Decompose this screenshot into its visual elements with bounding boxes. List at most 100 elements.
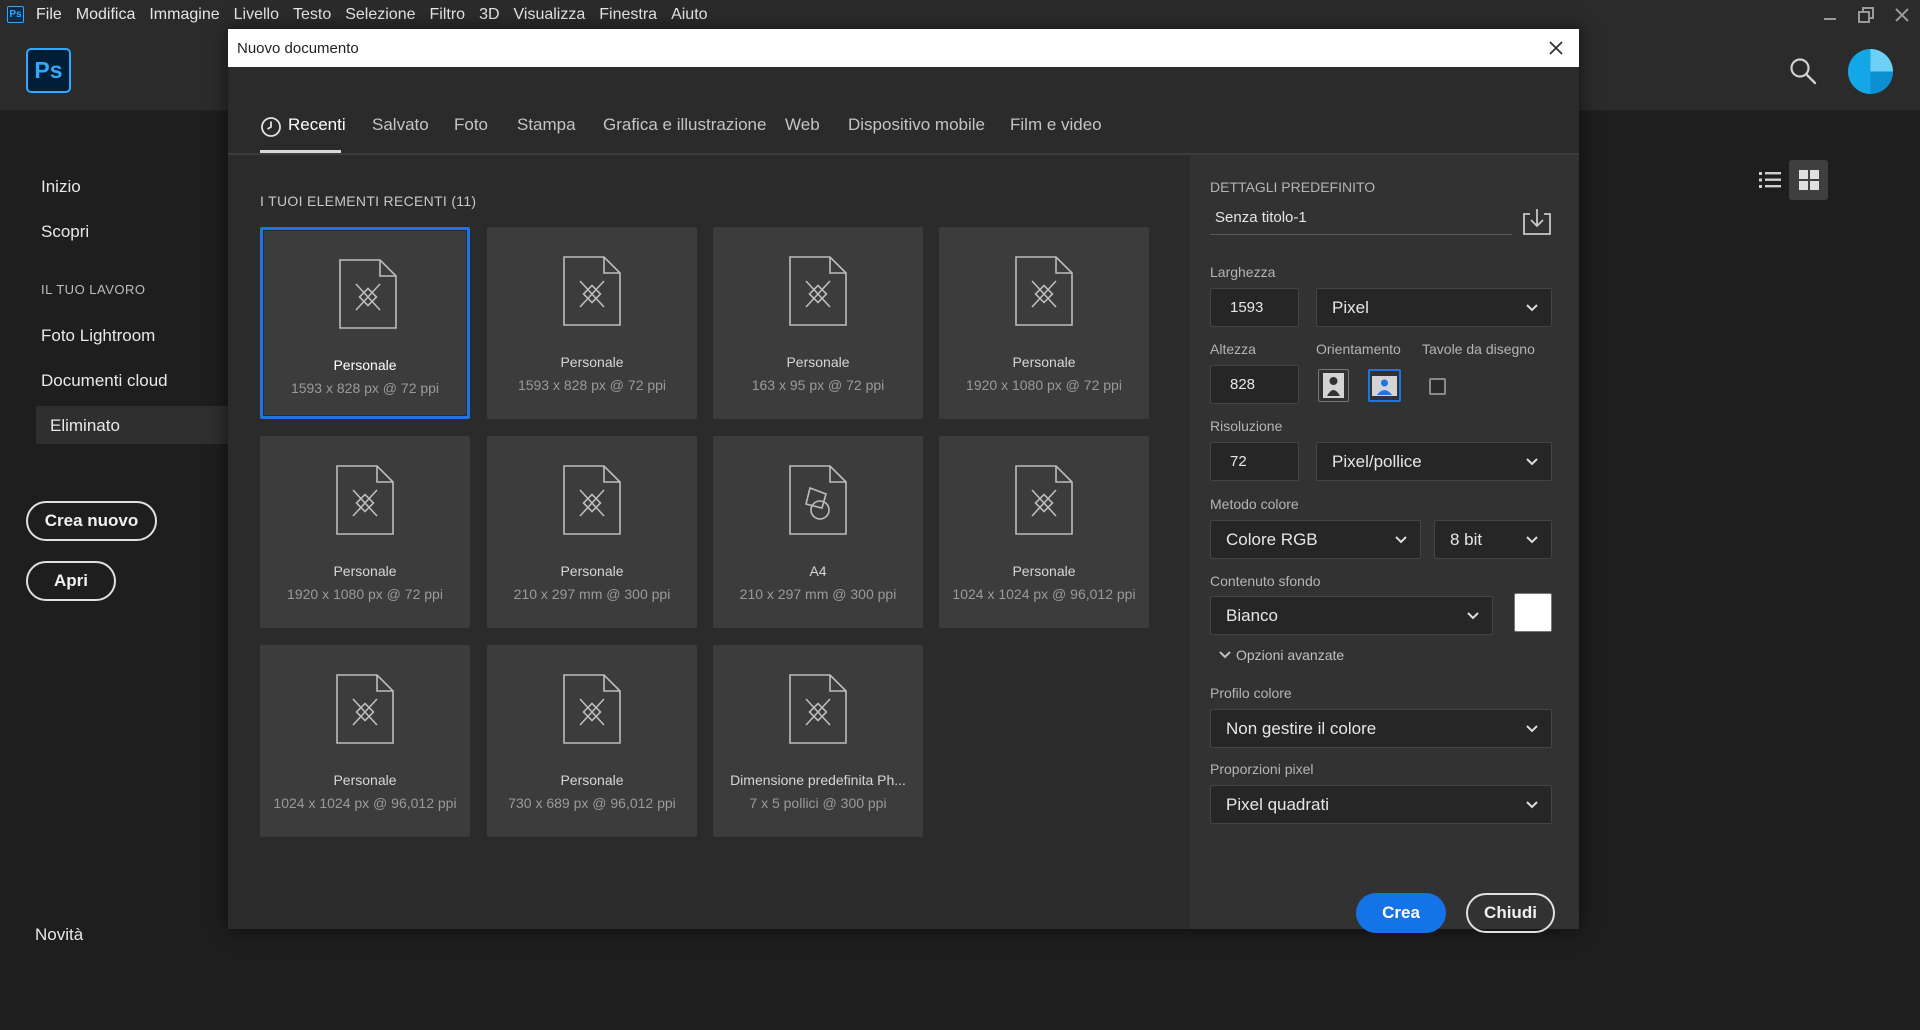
card-name: A4 bbox=[809, 563, 827, 579]
menu-bar: Ps File Modifica Immagine Livello Testo … bbox=[0, 0, 1920, 29]
create-button[interactable]: Crea bbox=[1356, 893, 1446, 933]
tab-film-video[interactable]: Film e video bbox=[1010, 115, 1102, 135]
document-icon bbox=[339, 259, 397, 329]
contenuto-sfondo-label: Contenuto sfondo bbox=[1210, 573, 1321, 589]
sidebar-item-foto-lightroom[interactable]: Foto Lightroom bbox=[41, 326, 155, 346]
recent-card[interactable]: Personale 1920 x 1080 px @ 72 ppi bbox=[260, 436, 470, 628]
background-color-swatch[interactable] bbox=[1514, 593, 1552, 632]
dialog-title-bar: Nuovo documento bbox=[228, 29, 1579, 67]
print-document-icon bbox=[789, 465, 847, 535]
menu-file[interactable]: File bbox=[36, 6, 62, 24]
close-icon[interactable] bbox=[1545, 37, 1567, 59]
active-tab-indicator bbox=[260, 150, 341, 153]
recent-card[interactable]: Personale 730 x 689 px @ 96,012 ppi bbox=[487, 645, 697, 837]
sidebar-item-inizio[interactable]: Inizio bbox=[41, 177, 81, 197]
card-dimensions: 1920 x 1080 px @ 72 ppi bbox=[966, 377, 1122, 393]
search-icon[interactable] bbox=[1788, 56, 1818, 86]
tavole-label: Tavole da disegno bbox=[1422, 341, 1535, 357]
recent-card[interactable]: Personale 1920 x 1080 px @ 72 ppi bbox=[939, 227, 1149, 419]
recent-card[interactable]: Dimensione predefinita Ph... 7 x 5 polli… bbox=[713, 645, 923, 837]
tab-salvato[interactable]: Salvato bbox=[372, 115, 429, 135]
avatar[interactable] bbox=[1848, 49, 1893, 94]
grid-view-icon[interactable] bbox=[1789, 160, 1828, 200]
background-value: Bianco bbox=[1226, 605, 1278, 625]
landscape-icon[interactable] bbox=[1368, 369, 1401, 402]
color-mode-select[interactable]: Colore RGB bbox=[1210, 520, 1421, 559]
close-window-icon[interactable] bbox=[1884, 0, 1920, 29]
background-select[interactable]: Bianco bbox=[1210, 596, 1493, 635]
card-name: Personale bbox=[560, 354, 624, 370]
home-sidebar: Inizio Scopri IL TUO LAVORO Foto Lightro… bbox=[0, 111, 228, 1030]
menu-aiuto[interactable]: Aiuto bbox=[671, 6, 707, 24]
pixel-aspect-select[interactable]: Pixel quadrati bbox=[1210, 785, 1552, 824]
recent-card[interactable]: Personale 1024 x 1024 px @ 96,012 ppi bbox=[939, 436, 1149, 628]
menu-livello[interactable]: Livello bbox=[234, 6, 279, 24]
restore-icon[interactable] bbox=[1848, 0, 1884, 29]
resolution-input[interactable]: 72 bbox=[1210, 442, 1299, 481]
card-name: Personale bbox=[1012, 563, 1076, 579]
sidebar-section-title: IL TUO LAVORO bbox=[41, 282, 146, 297]
sidebar-item-novita[interactable]: Novità bbox=[35, 925, 83, 945]
save-preset-icon[interactable] bbox=[1522, 208, 1552, 236]
width-input[interactable]: 1593 bbox=[1210, 288, 1299, 327]
tab-stampa[interactable]: Stampa bbox=[517, 115, 576, 135]
artboard-checkbox[interactable] bbox=[1429, 378, 1446, 395]
menu-3d[interactable]: 3D bbox=[479, 6, 499, 24]
menu-finestra[interactable]: Finestra bbox=[599, 6, 657, 24]
color-profile-select[interactable]: Non gestire il colore bbox=[1210, 709, 1552, 748]
menu-filtro[interactable]: Filtro bbox=[430, 6, 466, 24]
preset-details-panel: DETTAGLI PREDEFINITO Senza titolo-1 Larg… bbox=[1190, 155, 1579, 933]
recent-heading: I TUOI ELEMENTI RECENTI (11) bbox=[260, 193, 476, 209]
bit-depth-select[interactable]: 8 bit bbox=[1434, 520, 1552, 559]
details-heading: DETTAGLI PREDEFINITO bbox=[1210, 179, 1376, 195]
color-profile-value: Non gestire il colore bbox=[1226, 718, 1377, 738]
menu-visualizza[interactable]: Visualizza bbox=[514, 6, 586, 24]
close-button[interactable]: Chiudi bbox=[1466, 893, 1555, 933]
card-name: Personale bbox=[333, 357, 397, 373]
recent-card[interactable]: Personale 1593 x 828 px @ 72 ppi bbox=[260, 227, 470, 419]
new-document-dialog: Nuovo documento Recenti Salvato Foto Sta… bbox=[228, 29, 1579, 933]
recent-card[interactable]: Personale 1024 x 1024 px @ 96,012 ppi bbox=[260, 645, 470, 837]
tab-dispositivo-mobile[interactable]: Dispositivo mobile bbox=[848, 115, 985, 135]
tab-foto[interactable]: Foto bbox=[454, 115, 488, 135]
tab-web[interactable]: Web bbox=[785, 115, 820, 135]
sidebar-item-documenti-cloud[interactable]: Documenti cloud bbox=[41, 371, 168, 391]
document-icon bbox=[789, 256, 847, 326]
card-dimensions: 730 x 689 px @ 96,012 ppi bbox=[508, 795, 676, 811]
tab-recenti[interactable]: Recenti bbox=[288, 115, 346, 135]
app-icon: Ps bbox=[7, 6, 24, 23]
recent-card[interactable]: A4 210 x 297 mm @ 300 ppi bbox=[713, 436, 923, 628]
color-mode-value: Colore RGB bbox=[1226, 529, 1318, 549]
preset-name-input[interactable]: Senza titolo-1 bbox=[1210, 205, 1512, 235]
document-icon bbox=[563, 465, 621, 535]
list-view-icon[interactable] bbox=[1750, 160, 1789, 200]
recent-card[interactable]: Personale 163 x 95 px @ 72 ppi bbox=[713, 227, 923, 419]
window-controls bbox=[1812, 0, 1920, 29]
menu-selezione[interactable]: Selezione bbox=[345, 6, 415, 24]
chevron-down-icon bbox=[1526, 725, 1538, 733]
menu-testo[interactable]: Testo bbox=[293, 6, 331, 24]
apri-button[interactable]: Apri bbox=[26, 561, 116, 601]
recent-card[interactable]: Personale 1593 x 828 px @ 72 ppi bbox=[487, 227, 697, 419]
profilo-colore-label: Profilo colore bbox=[1210, 685, 1292, 701]
resolution-unit-select[interactable]: Pixel/pollice bbox=[1316, 442, 1552, 481]
orientamento-label: Orientamento bbox=[1316, 341, 1401, 357]
clock-icon bbox=[261, 117, 281, 137]
height-input[interactable]: 828 bbox=[1210, 365, 1299, 404]
chevron-down-icon bbox=[1526, 536, 1538, 544]
card-name: Personale bbox=[560, 563, 624, 579]
recent-card[interactable]: Personale 210 x 297 mm @ 300 ppi bbox=[487, 436, 697, 628]
minimize-icon[interactable] bbox=[1812, 0, 1848, 29]
width-unit-select[interactable]: Pixel bbox=[1316, 288, 1552, 327]
crea-nuovo-button[interactable]: Crea nuovo bbox=[26, 501, 157, 541]
document-icon bbox=[789, 674, 847, 744]
sidebar-item-eliminato[interactable]: Eliminato bbox=[50, 416, 120, 436]
menu-modifica[interactable]: Modifica bbox=[76, 6, 136, 24]
portrait-icon[interactable] bbox=[1318, 369, 1349, 402]
tab-grafica-illustrazione[interactable]: Grafica e illustrazione bbox=[603, 115, 766, 135]
document-icon bbox=[563, 674, 621, 744]
view-toggle bbox=[1750, 160, 1828, 200]
sidebar-item-scopri[interactable]: Scopri bbox=[41, 222, 89, 242]
advanced-options-toggle[interactable]: Opzioni avanzate bbox=[1218, 647, 1344, 663]
menu-immagine[interactable]: Immagine bbox=[149, 6, 219, 24]
